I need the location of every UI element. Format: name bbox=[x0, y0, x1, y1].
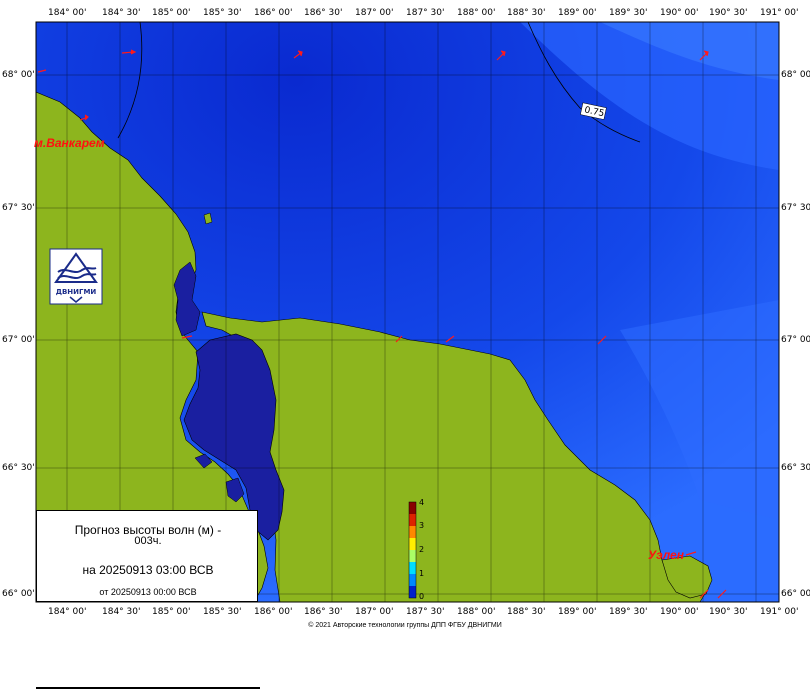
colorbar bbox=[408, 501, 417, 599]
colorbar-tick: 1 bbox=[419, 569, 425, 578]
lon-label: 185° 30' bbox=[203, 607, 242, 617]
lat-label: 67° 30' bbox=[781, 203, 810, 213]
lat-label: 67° 30' bbox=[2, 203, 35, 213]
lat-label: 66° 30' bbox=[781, 463, 810, 473]
lon-label: 186° 00' bbox=[254, 8, 293, 18]
lon-label: 191° 00' bbox=[760, 8, 799, 18]
lon-label: 185° 30' bbox=[203, 8, 242, 18]
lon-label: 186° 30' bbox=[304, 8, 343, 18]
lon-label: 187° 30' bbox=[406, 8, 445, 18]
lon-label: 189° 30' bbox=[609, 8, 648, 18]
forecast-legend-box bbox=[36, 687, 258, 688]
lon-label: 184° 30' bbox=[102, 8, 141, 18]
colorbar-tick: 0 bbox=[419, 592, 425, 601]
lon-label: 188° 00' bbox=[457, 607, 496, 617]
place-uelen: Уэлен bbox=[648, 548, 684, 562]
colorbar-tick: 2 bbox=[419, 545, 425, 554]
lon-label: 189° 00' bbox=[558, 607, 597, 617]
lon-label: 186° 30' bbox=[304, 607, 343, 617]
lon-label: 185° 00' bbox=[152, 607, 191, 617]
lon-label: 190° 30' bbox=[709, 607, 748, 617]
lon-label: 184° 00' bbox=[48, 8, 87, 18]
forecast-valid-time: на 20250913 03:00 ВСВ bbox=[82, 563, 214, 577]
lon-label: 184° 30' bbox=[102, 607, 141, 617]
dvnigmi-logo: ДВНИГМИ bbox=[49, 248, 103, 305]
lon-label: 191° 00' bbox=[760, 607, 799, 617]
lat-label: 68° 00' bbox=[2, 70, 35, 80]
lon-label: 187° 30' bbox=[406, 607, 445, 617]
lon-label: 190° 30' bbox=[709, 8, 748, 18]
forecast-issued-time: от 20250913 00:00 ВСВ bbox=[99, 587, 197, 597]
lon-label: 187° 00' bbox=[355, 8, 394, 18]
lon-label: 187° 00' bbox=[355, 607, 394, 617]
colorbar-tick: 4 bbox=[419, 498, 425, 507]
lon-label: 186° 00' bbox=[254, 607, 293, 617]
logo-text: ДВНИГМИ bbox=[56, 288, 97, 296]
forecast-info-box-main: Прогноз высоты волн (м) - 003ч. на 20250… bbox=[36, 510, 258, 602]
colorbar-tick: 3 bbox=[419, 521, 425, 530]
lat-label: 66° 00' bbox=[2, 589, 35, 599]
forecast-lead-time: 003ч. bbox=[134, 535, 162, 547]
lat-label: 67° 00' bbox=[2, 335, 35, 345]
lon-label: 188° 30' bbox=[507, 607, 546, 617]
lon-label: 190° 00' bbox=[660, 607, 699, 617]
lat-label: 68° 00' bbox=[781, 70, 810, 80]
lon-label: 188° 00' bbox=[457, 8, 496, 18]
lon-label: 189° 00' bbox=[558, 8, 597, 18]
place-vankarem: м.Ванкарем bbox=[34, 136, 105, 150]
lon-label: 189° 30' bbox=[609, 607, 648, 617]
lat-label: 67° 00' bbox=[781, 335, 810, 345]
lon-label: 188° 30' bbox=[507, 8, 546, 18]
lat-label: 66° 00' bbox=[781, 589, 810, 599]
lon-label: 185° 00' bbox=[152, 8, 191, 18]
lon-label: 190° 00' bbox=[660, 8, 699, 18]
lat-label: 66° 30' bbox=[2, 463, 35, 473]
lon-label: 184° 00' bbox=[48, 607, 87, 617]
footer-copyright: © 2021 Авторские технологии группы ДПП Ф… bbox=[308, 622, 502, 629]
